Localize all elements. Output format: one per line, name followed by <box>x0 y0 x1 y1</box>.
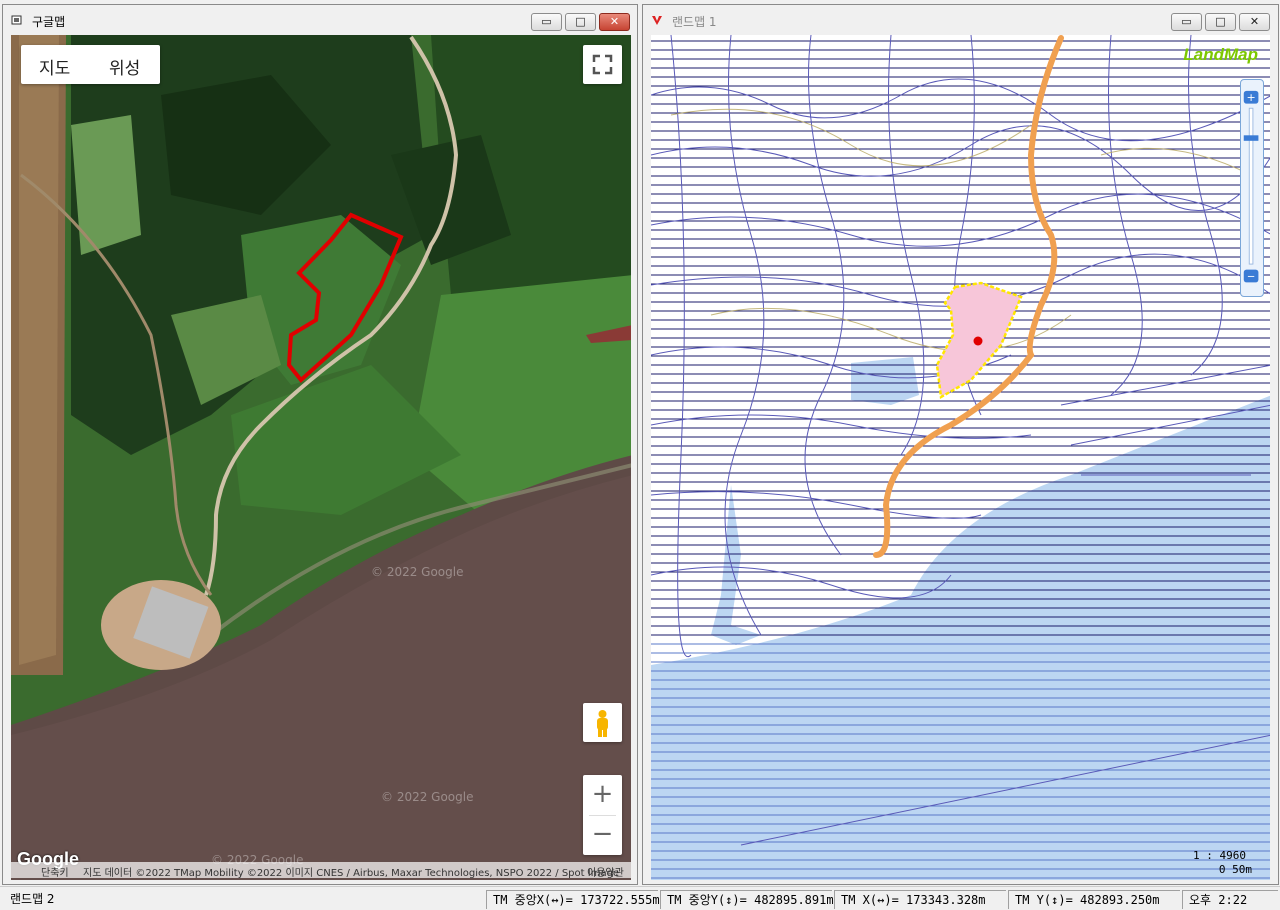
status-clock: 오후 2:22 <box>1182 890 1278 909</box>
fullscreen-button[interactable] <box>583 45 622 84</box>
status-tm-y: TM Y(↕)= 482893.250m <box>1008 890 1180 909</box>
close-button[interactable]: ✕ <box>599 13 630 31</box>
map-attribution: 단축키 지도 데이터 ©2022 TMap Mobility ©2022 이미지… <box>11 862 631 878</box>
terms-link[interactable]: 이용약관 <box>587 864 624 878</box>
street-view-button[interactable] <box>583 703 622 742</box>
map-type-control: 지도 위성 <box>21 45 160 84</box>
title-bar[interactable]: 구글맵 ▭ □ ✕ <box>3 5 637 35</box>
zoom-slider-graphic: + − <box>1243 90 1259 283</box>
satellite-imagery <box>11 35 631 880</box>
maximize-button[interactable]: □ <box>565 13 596 31</box>
zoom-plus-icon: + <box>1246 91 1255 104</box>
watermark: © 2022 Google <box>381 790 474 804</box>
window-title: 랜드맵 1 <box>672 15 717 29</box>
status-app-name: 랜드맵 2 <box>10 892 55 906</box>
shortcuts-link[interactable]: 단축키 <box>41 864 69 878</box>
maximize-button[interactable]: □ <box>1205 13 1236 31</box>
app-icon <box>11 15 22 25</box>
status-bar: 랜드맵 2 TM 중앙X(↔)= 173722.555m TM 중앙Y(↕)= … <box>0 886 1280 910</box>
status-tm-center-y: TM 중앙Y(↕)= 482895.891m <box>660 890 834 909</box>
landmap-logo: LandMap <box>1183 45 1258 64</box>
landmap-window: 랜드맵 1 ▭ □ ✕ LandMap + − 1: 4960 0 50m <box>642 4 1279 885</box>
pond <box>851 357 919 405</box>
map-data-credit: 지도 데이터 ©2022 TMap Mobility ©2022 이미지 CNE… <box>83 868 620 878</box>
minimize-button[interactable]: ▭ <box>1171 13 1202 31</box>
close-button[interactable]: ✕ <box>1239 13 1270 31</box>
zoom-slider[interactable]: + − <box>1240 79 1264 297</box>
scale-bar: 0 50m <box>1218 863 1252 876</box>
title-bar[interactable]: 랜드맵 1 ▭ □ ✕ <box>643 5 1278 35</box>
status-tm-x: TM X(↔)= 173343.328m <box>834 890 1006 909</box>
pegman-icon <box>597 710 608 737</box>
cadastral-map-canvas <box>651 35 1270 880</box>
zoom-in-button[interactable]: + <box>583 775 622 815</box>
zoom-control: + − <box>583 775 622 855</box>
parcel-marker <box>973 336 983 346</box>
window-title: 구글맵 <box>32 15 66 29</box>
zoom-out-button[interactable]: − <box>583 816 622 855</box>
zoom-thumb <box>1243 135 1259 141</box>
landmap-app-icon <box>652 16 662 25</box>
zoom-minus-icon: − <box>1247 272 1255 283</box>
map-type-satellite-button[interactable]: 위성 <box>109 54 140 79</box>
map-type-map-button[interactable]: 지도 <box>39 54 70 79</box>
scale-ratio: 1 : 4960 <box>1193 849 1246 862</box>
watermark: © 2022 Google <box>371 565 464 579</box>
google-map-window: 구글맵 ▭ □ ✕ 지도 위성 + − © 2022 Google © 2022… <box>2 4 638 885</box>
satellite-map[interactable]: 지도 위성 + − © 2022 Google © 2022 Google © … <box>11 35 631 880</box>
cadastral-map[interactable]: LandMap + − 1 : 4960 0 50m <box>651 35 1270 880</box>
minimize-button[interactable]: ▭ <box>531 13 562 31</box>
status-tm-center-x: TM 중앙X(↔)= 173722.555m <box>486 890 660 909</box>
fullscreen-icon <box>592 54 613 75</box>
